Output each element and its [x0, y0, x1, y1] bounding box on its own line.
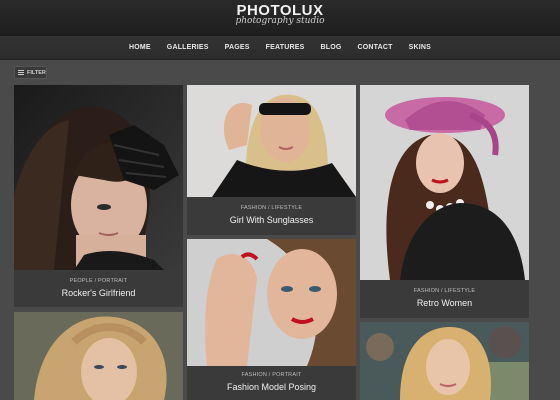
nav-item-blog[interactable]: BLOG: [312, 44, 349, 51]
nav-item-pages[interactable]: PAGES: [217, 44, 258, 51]
nav-item-home[interactable]: HOME: [121, 44, 159, 51]
site-header: PHOTOLUX photography studio: [0, 0, 560, 36]
nav-item-skins[interactable]: SKINS: [401, 44, 439, 51]
card-category[interactable]: FASHION / LIFESTYLE: [360, 288, 529, 294]
nav-item-contact[interactable]: CONTACT: [350, 44, 401, 51]
card-caption: PEOPLE / PORTRAIT Rocker's Girlfriend: [14, 270, 183, 307]
card-caption: FASHION / LIFESTYLE Girl With Sunglasses: [187, 197, 356, 235]
gallery-photo[interactable]: [360, 322, 529, 400]
nav-item-galleries[interactable]: GALLERIES: [159, 44, 217, 51]
card-title[interactable]: Fashion Model Posing: [187, 382, 356, 392]
gallery-card[interactable]: FASHION / LIFESTYLE Girl With Sunglasses: [187, 85, 356, 235]
gallery-photo[interactable]: [14, 85, 183, 270]
gallery-card[interactable]: [360, 322, 529, 400]
nav-item-features[interactable]: FEATURES: [258, 44, 313, 51]
site-logo-subtitle: photography studio: [235, 16, 325, 26]
card-title[interactable]: Retro Women: [360, 298, 529, 308]
filter-label: FILTER: [27, 69, 46, 76]
card-caption: FASHION / PORTRAIT Fashion Model Posing: [187, 366, 356, 400]
card-category[interactable]: FASHION / PORTRAIT: [187, 372, 356, 378]
gallery-photo[interactable]: [14, 312, 183, 400]
gallery-card[interactable]: FASHION / LIFESTYLE Retro Women: [360, 85, 529, 318]
gallery-card[interactable]: PEOPLE / PORTRAIT Rocker's Girlfriend: [14, 85, 183, 307]
card-caption: FASHION / LIFESTYLE Retro Women: [360, 280, 529, 318]
gallery-photo[interactable]: [360, 85, 529, 280]
gallery-card[interactable]: [14, 312, 183, 400]
card-category[interactable]: FASHION / LIFESTYLE: [187, 205, 356, 211]
gallery-card[interactable]: FASHION / PORTRAIT Fashion Model Posing: [187, 239, 356, 400]
main-nav: HOME GALLERIES PAGES FEATURES BLOG CONTA…: [0, 36, 560, 60]
gallery-photo[interactable]: [187, 85, 356, 197]
card-title[interactable]: Rocker's Girlfriend: [14, 288, 183, 298]
card-category[interactable]: PEOPLE / PORTRAIT: [14, 278, 183, 284]
card-title[interactable]: Girl With Sunglasses: [187, 215, 356, 225]
filter-button[interactable]: FILTER: [14, 66, 47, 79]
menu-lines-icon: [18, 70, 24, 75]
gallery-photo[interactable]: [187, 239, 356, 366]
